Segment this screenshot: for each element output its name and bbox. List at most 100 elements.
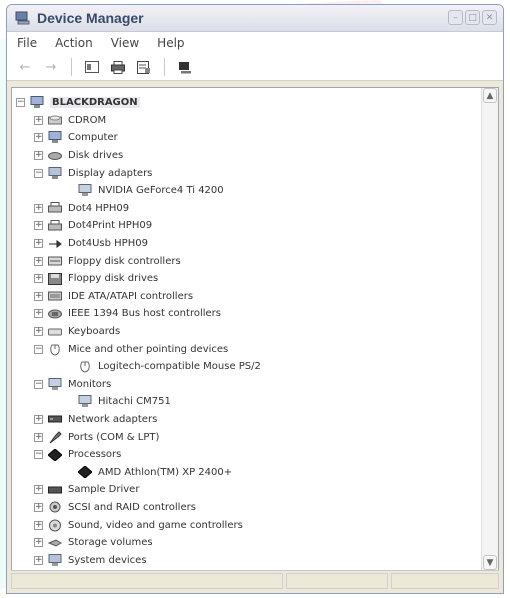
expand-icon[interactable]: + bbox=[34, 115, 43, 125]
collapse-icon[interactable]: − bbox=[34, 168, 43, 178]
monitor-icon bbox=[47, 377, 63, 391]
monitor-icon bbox=[77, 184, 93, 198]
tree-item-label: NVIDIA GeForce4 Ti 4200 bbox=[98, 185, 224, 197]
scan-hardware-icon[interactable] bbox=[175, 58, 195, 76]
tree-row-monitors[interactable]: − Monitors bbox=[12, 376, 482, 394]
tree-row-mice-and-other-pointing-devices[interactable]: − Mice and other pointing devices bbox=[12, 340, 482, 358]
expand-icon[interactable]: + bbox=[34, 485, 43, 495]
tree-item-label: Mice and other pointing devices bbox=[68, 343, 229, 355]
tree-item-label: SCSI and RAID controllers bbox=[68, 501, 196, 513]
scroll-up-button[interactable]: ▲ bbox=[483, 88, 497, 103]
tree-row-nvidia-geforce4-ti-4200[interactable]: NVIDIA GeForce4 Ti 4200 bbox=[12, 182, 482, 200]
menu-file[interactable]: File bbox=[17, 36, 37, 50]
tree-row-storage-volumes[interactable]: + Storage volumes bbox=[12, 534, 482, 552]
tree-row-dot4usb-hph09[interactable]: + Dot4Usb HPH09 bbox=[12, 235, 482, 253]
expand-icon[interactable]: + bbox=[34, 256, 43, 266]
tree-item-label: Display adapters bbox=[68, 167, 153, 179]
maximize-button[interactable]: □ bbox=[465, 10, 480, 25]
expand-icon[interactable]: + bbox=[34, 520, 43, 530]
collapse-icon[interactable]: − bbox=[16, 98, 25, 108]
tree-row-processors[interactable]: − Processors bbox=[12, 446, 482, 464]
expand-icon[interactable]: + bbox=[34, 327, 43, 337]
expand-icon[interactable]: + bbox=[34, 309, 43, 319]
floppy-controller-icon bbox=[47, 254, 63, 268]
expand-icon[interactable]: + bbox=[34, 414, 43, 424]
sample-driver-icon bbox=[47, 483, 63, 497]
printer-icon bbox=[47, 219, 63, 233]
tree-row-sample-driver[interactable]: + Sample Driver bbox=[12, 481, 482, 499]
tree-root-row[interactable]: − BLACKDRAGON bbox=[12, 94, 482, 112]
expand-icon[interactable]: + bbox=[34, 221, 43, 231]
tree-item-label: IDE ATA/ATAPI controllers bbox=[68, 290, 194, 302]
tree-row-ports-com-lpt[interactable]: + Ports (COM & LPT) bbox=[12, 428, 482, 446]
expand-icon[interactable]: + bbox=[34, 151, 43, 161]
vertical-scrollbar[interactable]: ▲ ▼ bbox=[481, 88, 498, 570]
keyboard-icon bbox=[47, 325, 63, 339]
tree-row-computer[interactable]: + Computer bbox=[12, 129, 482, 147]
expand-icon[interactable]: + bbox=[34, 538, 43, 548]
tree-row-floppy-disk-controllers[interactable]: + Floppy disk controllers bbox=[12, 252, 482, 270]
tree-row-sound-video-and-game-controllers[interactable]: + Sound, video and game controllers bbox=[12, 516, 482, 534]
expand-icon[interactable]: + bbox=[34, 274, 43, 284]
back-arrow-icon[interactable]: ← bbox=[15, 58, 35, 76]
computer-icon bbox=[29, 96, 45, 110]
tree-row-amd-athlon-tm-xp-2400[interactable]: AMD Athlon(TM) XP 2400+ bbox=[12, 463, 482, 481]
expand-icon[interactable]: + bbox=[34, 291, 43, 301]
expand-icon[interactable]: + bbox=[34, 133, 43, 143]
tree-item-label: Computer bbox=[68, 132, 118, 144]
tree-root-label: BLACKDRAGON bbox=[50, 97, 140, 109]
tree-row-logitech-compatible-mouse-ps-2[interactable]: Logitech-compatible Mouse PS/2 bbox=[12, 358, 482, 376]
tree-item-label: Disk drives bbox=[68, 150, 124, 162]
scroll-down-button[interactable]: ▼ bbox=[483, 555, 497, 570]
expand-icon[interactable]: + bbox=[34, 432, 43, 442]
menu-action[interactable]: Action bbox=[55, 36, 93, 50]
close-button[interactable]: ✕ bbox=[482, 10, 497, 25]
menu-bar: File Action View Help bbox=[7, 32, 503, 54]
expand-icon[interactable]: + bbox=[34, 239, 43, 249]
scsi-icon bbox=[47, 500, 63, 514]
tree-row-system-devices[interactable]: + System devices bbox=[12, 551, 482, 569]
tree-row-disk-drives[interactable]: + Disk drives bbox=[12, 147, 482, 165]
forward-arrow-icon[interactable]: → bbox=[41, 58, 61, 76]
menu-view[interactable]: View bbox=[111, 36, 139, 50]
menu-help[interactable]: Help bbox=[157, 36, 184, 50]
expand-icon[interactable]: + bbox=[34, 203, 43, 213]
toolbar-divider bbox=[164, 58, 165, 76]
system-devices-icon bbox=[47, 553, 63, 567]
tree-row-cdrom[interactable]: + CDROM bbox=[12, 112, 482, 130]
minimize-button[interactable]: – bbox=[448, 10, 463, 25]
tree-row-dot4-hph09[interactable]: + Dot4 HPH09 bbox=[12, 200, 482, 218]
tree-row-ide-ata-atapi-controllers[interactable]: + IDE ATA/ATAPI controllers bbox=[12, 288, 482, 306]
toolbar: ← → bbox=[7, 54, 503, 81]
status-panel-main bbox=[11, 573, 283, 589]
tree-row-floppy-disk-drives[interactable]: + Floppy disk drives bbox=[12, 270, 482, 288]
tree-item-label: Sample Driver bbox=[68, 484, 140, 496]
collapse-icon[interactable]: − bbox=[34, 344, 43, 354]
tree-row-hitachi-cm751[interactable]: Hitachi CM751 bbox=[12, 393, 482, 411]
tree-item-label: Network adapters bbox=[68, 413, 158, 425]
expand-icon[interactable]: + bbox=[34, 555, 43, 565]
network-adapter-icon bbox=[47, 412, 63, 426]
tree-item-label: CDROM bbox=[68, 114, 107, 126]
show-hide-console-icon[interactable] bbox=[82, 58, 102, 76]
tree-row-display-adapters[interactable]: − Display adapters bbox=[12, 164, 482, 182]
collapse-icon[interactable]: − bbox=[34, 450, 43, 460]
tree-row-dot4print-hph09[interactable]: + Dot4Print HPH09 bbox=[12, 217, 482, 235]
mouse-icon bbox=[47, 342, 63, 356]
tree-row-scsi-and-raid-controllers[interactable]: + SCSI and RAID controllers bbox=[12, 499, 482, 517]
usb-icon bbox=[47, 237, 63, 251]
port-icon bbox=[47, 430, 63, 444]
printer-icon bbox=[47, 201, 63, 215]
tree-item-label: Processors bbox=[68, 449, 122, 461]
tree-item-label: Floppy disk drives bbox=[68, 273, 159, 285]
tree-item-label: Dot4Print HPH09 bbox=[68, 220, 153, 232]
collapse-icon[interactable]: − bbox=[34, 379, 43, 389]
mouse-icon bbox=[77, 360, 93, 374]
tree-row-keyboards[interactable]: + Keyboards bbox=[12, 323, 482, 341]
tree-item-label: Ports (COM & LPT) bbox=[68, 431, 160, 443]
properties-icon[interactable] bbox=[134, 58, 154, 76]
tree-row-network-adapters[interactable]: + Network adapters bbox=[12, 411, 482, 429]
tree-row-ieee-1394-bus-host-controllers[interactable]: + IEEE 1394 Bus host controllers bbox=[12, 305, 482, 323]
expand-icon[interactable]: + bbox=[34, 502, 43, 512]
print-icon[interactable] bbox=[108, 58, 128, 76]
